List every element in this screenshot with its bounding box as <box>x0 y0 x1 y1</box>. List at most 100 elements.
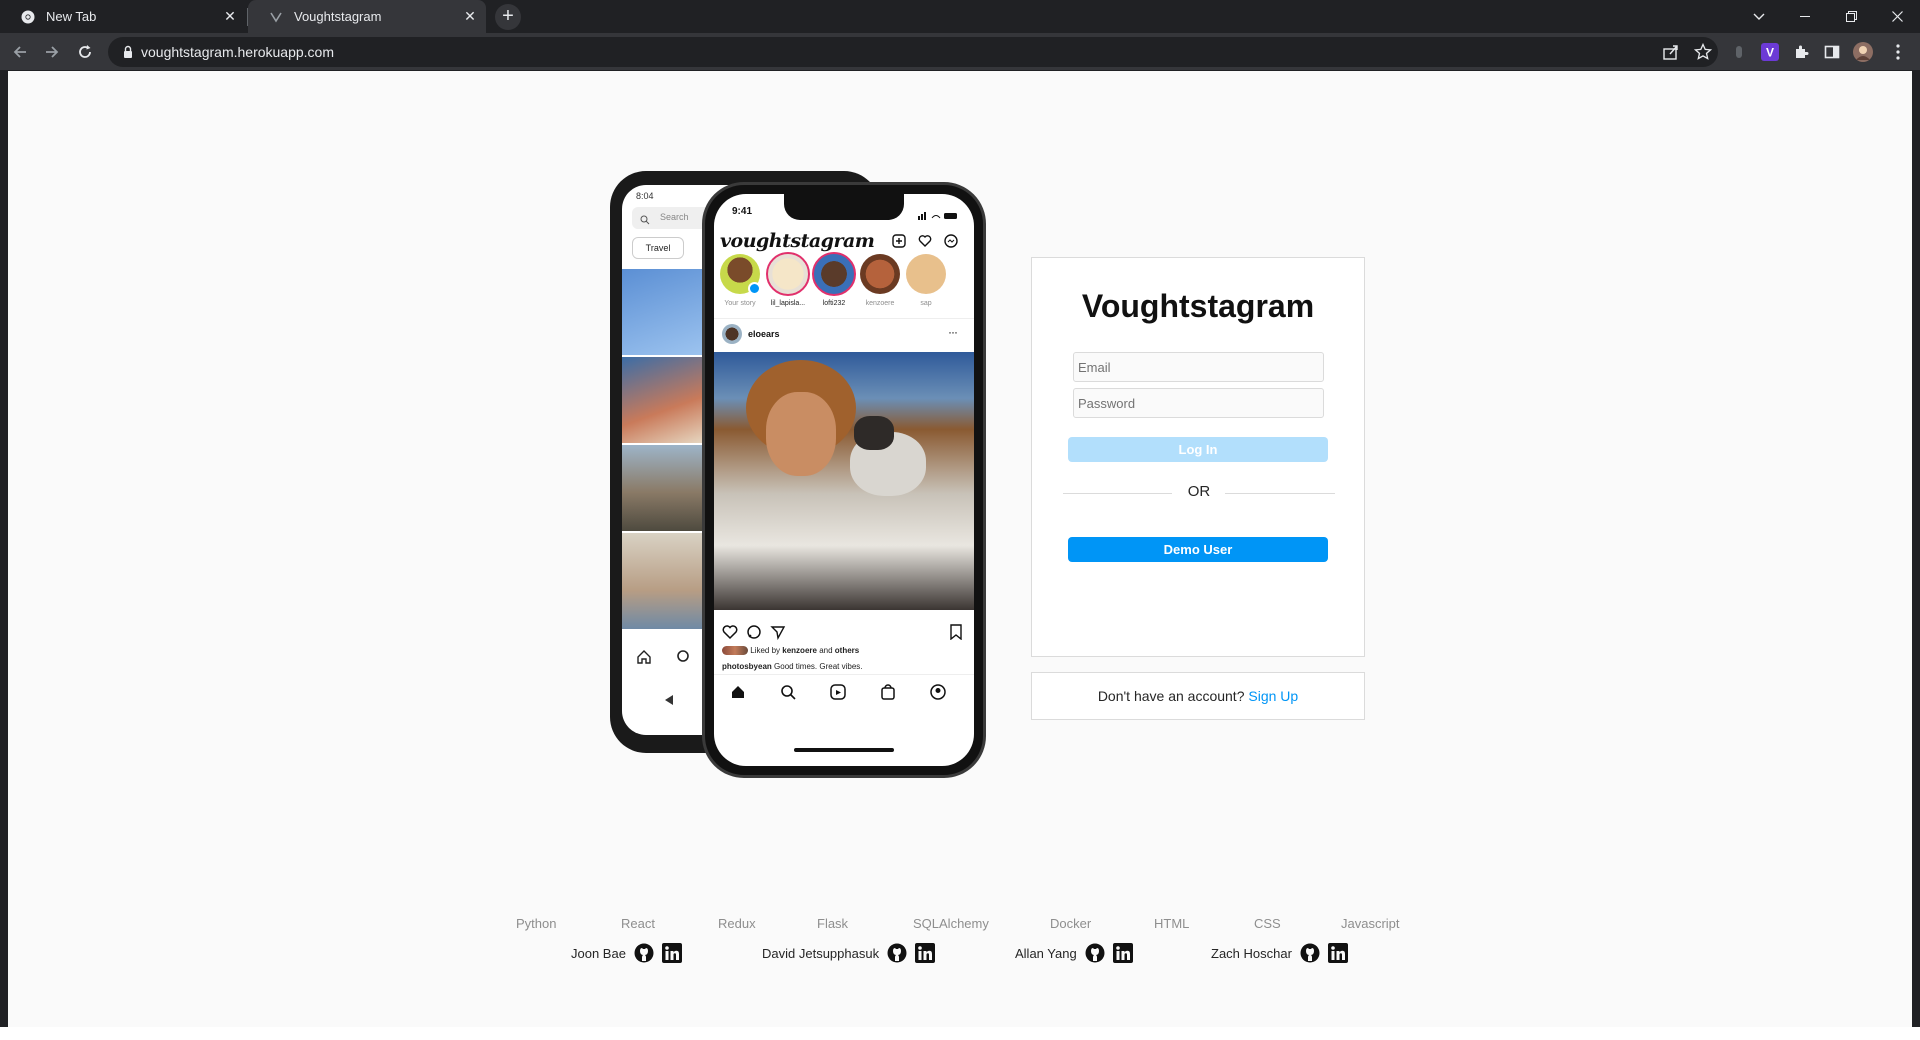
liked-by-others: others <box>834 646 860 655</box>
search-icon <box>780 684 796 705</box>
extension-icon[interactable] <box>1729 42 1749 62</box>
linkedin-icon[interactable] <box>915 943 936 963</box>
developer-item: Joon Bae <box>571 943 682 963</box>
forward-icon[interactable] <box>38 38 66 66</box>
github-icon[interactable] <box>1300 943 1320 963</box>
home-icon <box>636 649 652 670</box>
home-icon <box>730 684 746 705</box>
linkedin-icon[interactable] <box>1327 943 1348 963</box>
or-text: OR <box>1187 483 1211 500</box>
profile-icon <box>930 684 946 705</box>
front-phone-time: 9:41 <box>732 206 753 217</box>
android-back-icon <box>664 693 674 711</box>
liked-by-prefix: Liked by <box>750 646 781 655</box>
linkedin-icon[interactable] <box>1112 943 1133 963</box>
app-logo: voughtstagram <box>720 230 875 252</box>
url-text[interactable]: voughtstagram.herokuapp.com <box>141 44 334 60</box>
home-indicator <box>794 748 894 752</box>
photo-tile <box>622 445 702 531</box>
caption-text: Good times. Great vibes. <box>774 662 863 671</box>
profile-avatar[interactable] <box>1853 42 1873 62</box>
browser-toolbar: voughtstagram.herokuapp.com V <box>0 33 1920 71</box>
new-tab-button[interactable]: + <box>495 4 521 30</box>
signup-link[interactable]: Sign Up <box>1248 688 1298 704</box>
puzzle-extensions-icon[interactable] <box>1791 42 1811 62</box>
developer-name: Zach Hoschar <box>1211 945 1292 961</box>
password-field[interactable] <box>1073 388 1324 418</box>
story-label: kenzoere <box>865 300 895 307</box>
developer-item: Allan Yang <box>1015 943 1133 963</box>
story-label: lofti232 <box>822 300 846 307</box>
phone-notch <box>784 194 904 220</box>
chrome-icon <box>20 9 36 25</box>
comment-icon <box>746 624 762 645</box>
photo-tile <box>622 533 702 629</box>
story-avatar <box>812 252 856 296</box>
developer-list: Joon Bae David Jetsupphasuk Allan Yang Z… <box>8 943 1912 967</box>
tab-title: New Tab <box>46 9 97 24</box>
liked-by-and: and <box>819 646 833 655</box>
share-icon[interactable] <box>1662 43 1680 61</box>
divider <box>714 674 974 675</box>
developer-item: David Jetsupphasuk <box>762 943 936 963</box>
travel-chip: Travel <box>632 237 684 259</box>
tab-new-tab[interactable]: New Tab ✕ <box>0 0 246 33</box>
github-icon[interactable] <box>887 943 907 963</box>
side-panel-icon[interactable] <box>1822 42 1842 62</box>
close-tab-icon[interactable]: ✕ <box>462 8 478 24</box>
add-post-icon <box>892 234 906 253</box>
liked-by-user: kenzoere <box>782 646 817 655</box>
developer-name: David Jetsupphasuk <box>762 945 880 961</box>
or-divider: OR <box>1063 483 1335 503</box>
developer-name: Joon Bae <box>571 945 626 961</box>
post-image <box>714 352 974 610</box>
tech-list: Python React Redux Flask SQLAlchemy Dock… <box>8 916 1912 934</box>
divider <box>714 318 974 319</box>
address-bar[interactable]: voughtstagram.herokuapp.com <box>108 37 1718 67</box>
back-phone-time: 8:04 <box>636 191 654 201</box>
demo-user-button[interactable]: Demo User <box>1068 537 1328 562</box>
menu-kebab-icon[interactable] <box>1888 42 1908 62</box>
search-icon <box>640 212 650 230</box>
github-icon[interactable] <box>634 943 654 963</box>
like-icon <box>722 624 738 645</box>
reels-icon <box>830 684 846 705</box>
developer-name: Allan Yang <box>1015 945 1077 961</box>
tech-item: CSS <box>1254 916 1281 931</box>
or-line-right <box>1225 493 1335 494</box>
window-bottom-strip <box>0 1027 1920 1040</box>
reload-icon[interactable] <box>71 38 99 66</box>
search-icon <box>676 649 692 670</box>
close-tab-icon[interactable]: ✕ <box>222 8 238 24</box>
bookmark-star-icon[interactable] <box>1693 42 1713 61</box>
post-avatar <box>722 324 742 344</box>
restore-icon[interactable] <box>1828 0 1874 33</box>
login-button[interactable]: Log In <box>1068 437 1328 462</box>
vimeo-extension-icon[interactable]: V <box>1760 42 1780 62</box>
heart-icon <box>918 234 932 253</box>
messenger-icon <box>944 234 958 253</box>
tab-voughtstagram[interactable]: Voughtstagram ✕ <box>248 0 486 33</box>
tab-strip: New Tab ✕ Voughtstagram ✕ + <box>0 0 1920 33</box>
github-icon[interactable] <box>1085 943 1105 963</box>
minimize-icon[interactable] <box>1782 0 1828 33</box>
story-label: sap <box>920 300 932 307</box>
svg-text:V: V <box>1766 46 1774 60</box>
close-window-icon[interactable] <box>1874 0 1920 33</box>
lock-icon[interactable] <box>120 44 136 60</box>
story-avatar <box>766 252 810 296</box>
story-avatar <box>906 254 946 294</box>
liked-by-text: Liked by kenzoere and others <box>722 646 860 656</box>
email-field[interactable] <box>1073 352 1324 382</box>
status-icons <box>918 207 958 225</box>
tab-search-icon[interactable] <box>1736 0 1782 33</box>
shop-icon <box>880 684 896 705</box>
back-icon[interactable] <box>6 38 34 66</box>
photo-tile <box>622 269 702 355</box>
linkedin-icon[interactable] <box>661 943 682 963</box>
login-title: Voughtstagram <box>1081 288 1315 324</box>
post-image-face <box>766 392 836 476</box>
front-phone: 9:41 voughtstagram Your story lil_lapisl… <box>702 182 986 778</box>
tech-item: React <box>621 916 655 931</box>
tech-item: Docker <box>1050 916 1092 931</box>
